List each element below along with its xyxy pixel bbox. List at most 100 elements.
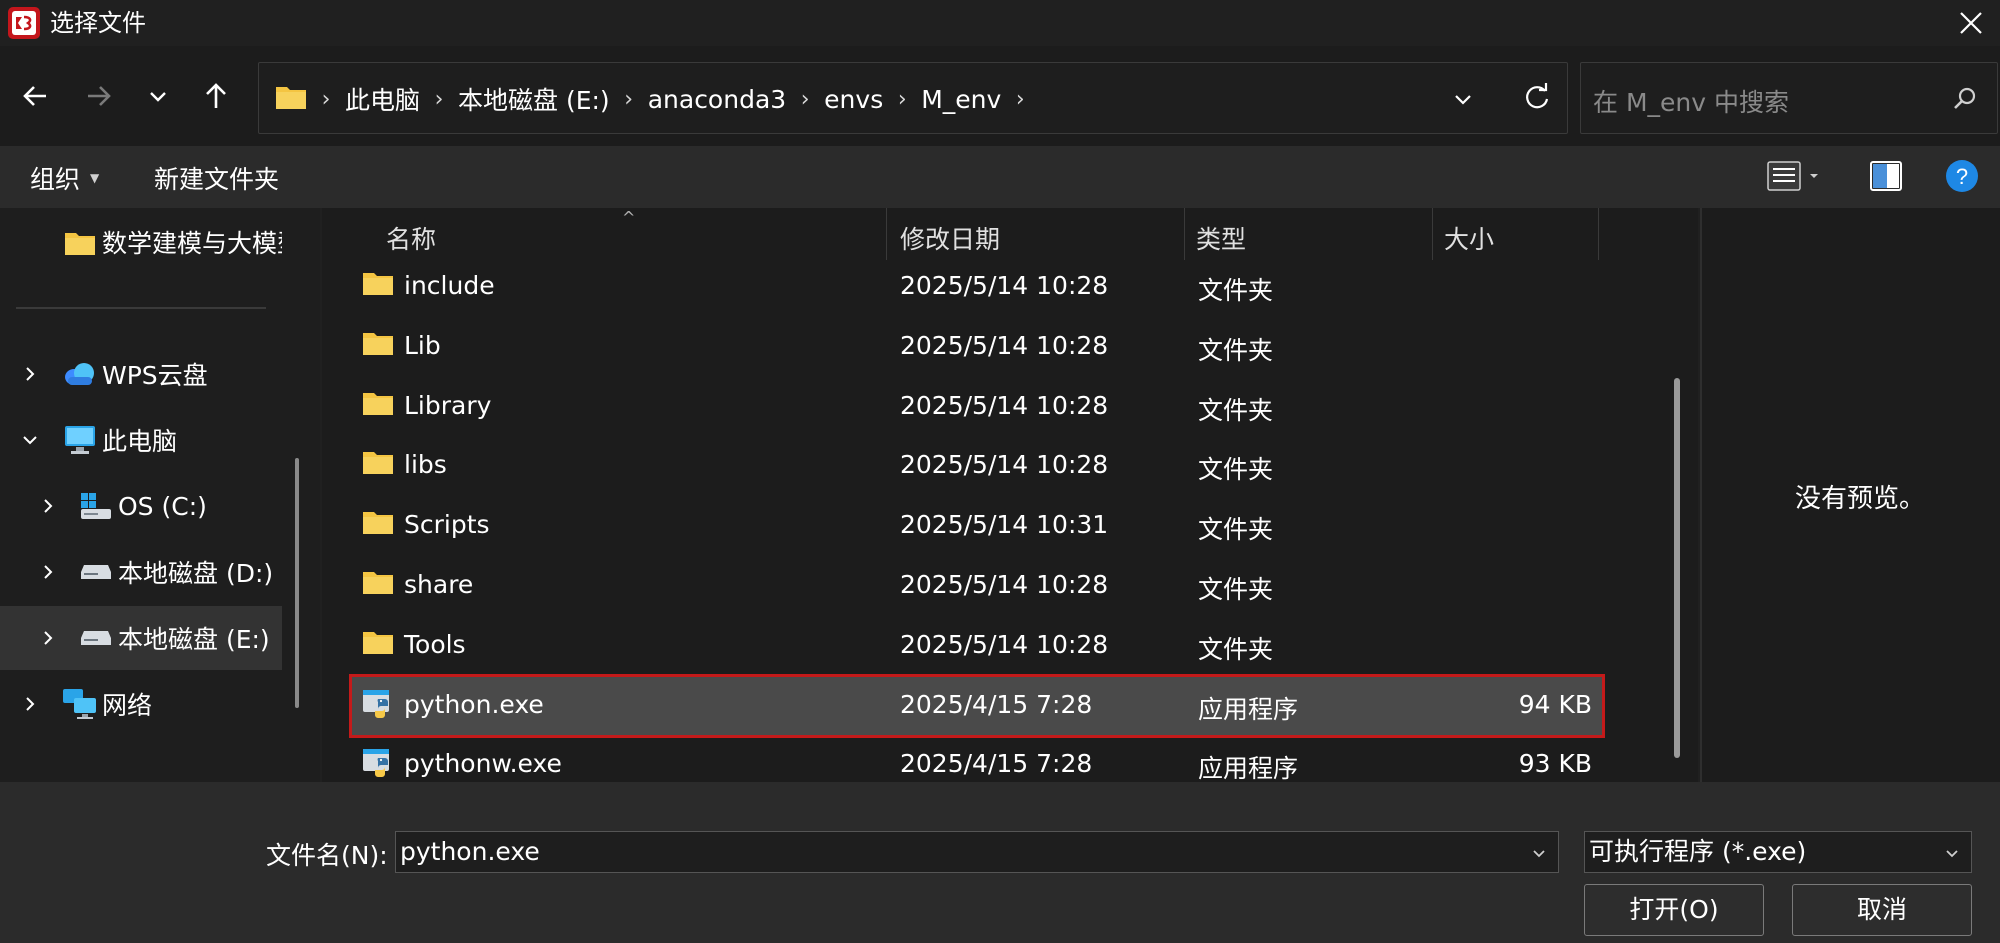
file-list-scrollbar[interactable] <box>1674 378 1680 758</box>
sidebar-item-wps-cloud[interactable]: WPS云盘 <box>0 342 282 406</box>
organize-button[interactable]: 组织 ▼ <box>30 160 99 196</box>
chevron-down-icon[interactable] <box>1530 844 1548 862</box>
chevron-right-icon[interactable] <box>38 628 58 648</box>
chevron-right-icon[interactable]: › <box>618 87 640 112</box>
close-button[interactable] <box>1940 0 2000 46</box>
folder-icon <box>362 449 394 481</box>
chevron-down-icon[interactable] <box>1943 844 1961 862</box>
preview-pane: 没有预览。 <box>1700 208 2000 782</box>
forward-button[interactable] <box>78 76 118 116</box>
file-modified: 2025/5/14 10:28 <box>900 629 1109 659</box>
back-button[interactable] <box>16 76 56 116</box>
folder-icon <box>362 629 394 661</box>
column-divider[interactable] <box>1432 208 1433 260</box>
file-modified: 2025/4/15 7:28 <box>900 689 1093 719</box>
file-size: 93 KB <box>1518 749 1592 779</box>
help-button[interactable]: ? <box>1944 158 1980 198</box>
file-type: 文件夹 <box>1198 335 1274 365</box>
chevron-down-icon <box>150 92 166 102</box>
table-row[interactable]: Lib 2025/5/14 10:28 文件夹 <box>352 318 1602 376</box>
file-type: 应用程序 <box>1198 694 1299 724</box>
table-row[interactable]: Scripts 2025/5/14 10:31 文件夹 <box>352 497 1602 555</box>
open-button[interactable]: 打开(O) <box>1584 884 1764 936</box>
view-options-button[interactable] <box>1766 158 1826 198</box>
column-type[interactable]: 类型 <box>1196 220 1246 256</box>
details-view-icon <box>1767 161 1818 191</box>
table-row[interactable]: share 2025/5/14 10:28 文件夹 <box>352 557 1602 615</box>
table-row[interactable]: Library 2025/5/14 10:28 文件夹 <box>352 378 1602 436</box>
file-name: Lib <box>404 330 441 360</box>
python-exe-icon <box>362 748 394 784</box>
column-size[interactable]: 大小 <box>1444 220 1494 256</box>
app-icon <box>8 7 40 39</box>
file-type: 文件夹 <box>1198 276 1274 305</box>
file-name: include <box>404 271 495 300</box>
chevron-right-icon[interactable]: › <box>428 87 450 112</box>
crumb-drive-e[interactable]: 本地磁盘 (E:) <box>450 81 618 117</box>
chevron-right-icon[interactable] <box>38 496 58 516</box>
chevron-right-icon[interactable]: › <box>794 87 816 112</box>
file-modified: 2025/5/14 10:28 <box>900 570 1109 599</box>
chevron-right-icon[interactable] <box>20 364 40 384</box>
search-icon[interactable] <box>1951 85 1979 113</box>
sidebar-item-drive-c[interactable]: OS (C:) <box>0 474 282 538</box>
refresh-icon[interactable] <box>1521 81 1553 113</box>
chevron-right-icon[interactable] <box>38 562 58 582</box>
preview-pane-button[interactable] <box>1868 158 1904 198</box>
breadcrumb: › 此电脑 › 本地磁盘 (E:) › anaconda3 › envs › M… <box>315 63 1031 135</box>
sidebar-item-folder[interactable]: 数学建模与大模型 <box>0 210 282 274</box>
table-row[interactable]: libs 2025/5/14 10:28 文件夹 <box>352 437 1602 495</box>
file-type-filter[interactable]: 可执行程序 (*.exe) <box>1584 831 1972 873</box>
chevron-right-icon[interactable] <box>20 694 40 714</box>
sidebar-item-drive-d[interactable]: 本地磁盘 (D:) <box>0 540 282 604</box>
folder-icon <box>362 509 394 541</box>
chevron-right-icon[interactable]: › <box>891 87 913 112</box>
sidebar-scrollbar[interactable] <box>295 458 299 708</box>
chevron-down-icon[interactable] <box>20 430 40 450</box>
table-row[interactable]: Tools 2025/5/14 10:28 文件夹 <box>352 617 1602 675</box>
computer-icon <box>65 426 95 454</box>
svg-text:?: ? <box>1956 164 1968 189</box>
folder-icon <box>362 270 394 302</box>
dialog-footer: 文件名(N): python.exe 可执行程序 (*.exe) 打开(O) 取… <box>0 782 2000 943</box>
sidebar-item-drive-e[interactable]: 本地磁盘 (E:) <box>0 606 282 670</box>
column-divider[interactable] <box>886 208 887 260</box>
address-bar[interactable]: › 此电脑 › 本地磁盘 (E:) › anaconda3 › envs › M… <box>258 62 1568 134</box>
search-input[interactable]: 在 M_env 中搜索 <box>1593 83 1789 119</box>
folder-icon <box>65 233 95 255</box>
column-modified[interactable]: 修改日期 <box>900 220 1000 256</box>
recent-locations-button[interactable] <box>138 76 178 116</box>
python-exe-icon <box>362 689 394 725</box>
sidebar-item-label: 本地磁盘 (E:) <box>118 625 270 654</box>
sidebar-item-this-pc[interactable]: 此电脑 <box>0 408 282 472</box>
file-type: 文件夹 <box>1198 395 1274 425</box>
column-name[interactable]: 名称 <box>386 220 436 256</box>
table-row[interactable]: include 2025/5/14 10:28 文件夹 <box>352 258 1602 316</box>
new-folder-button[interactable]: 新建文件夹 <box>154 160 279 196</box>
up-button[interactable] <box>196 76 236 116</box>
folder-icon <box>276 87 306 109</box>
chevron-right-icon[interactable]: › <box>1009 87 1031 112</box>
file-list: ^ 名称 修改日期 类型 大小 include 2025/5/14 10:28 文件… <box>322 208 1698 784</box>
file-name: python.exe <box>404 689 544 719</box>
sidebar-item-label: 此电脑 <box>102 427 178 456</box>
help-icon: ? <box>1946 160 1978 192</box>
chevron-down-icon[interactable] <box>1449 85 1477 113</box>
sidebar-item-network[interactable]: 网络 <box>0 672 282 736</box>
crumb-m-env[interactable]: M_env <box>913 85 1009 114</box>
table-row[interactable]: python.exe 2025/4/15 7:28 应用程序 94 KB <box>349 673 1605 738</box>
crumb-this-pc[interactable]: 此电脑 <box>337 81 428 117</box>
navigation-bar: › 此电脑 › 本地磁盘 (E:) › anaconda3 › envs › M… <box>0 46 2000 146</box>
cancel-button[interactable]: 取消 <box>1792 884 1972 936</box>
chevron-right-icon[interactable]: › <box>315 87 337 112</box>
search-box[interactable]: 在 M_env 中搜索 <box>1580 62 1998 134</box>
no-preview-text: 没有预览。 <box>1795 484 1926 514</box>
filename-input[interactable]: python.exe <box>395 831 1559 873</box>
crumb-envs[interactable]: envs <box>816 85 891 114</box>
cloud-icon <box>65 363 94 385</box>
column-divider[interactable] <box>1598 208 1599 260</box>
preview-pane-icon <box>1870 161 1902 191</box>
crumb-anaconda3[interactable]: anaconda3 <box>640 85 794 114</box>
column-divider[interactable] <box>1184 208 1185 260</box>
sidebar-item-label: 网络 <box>102 691 153 720</box>
